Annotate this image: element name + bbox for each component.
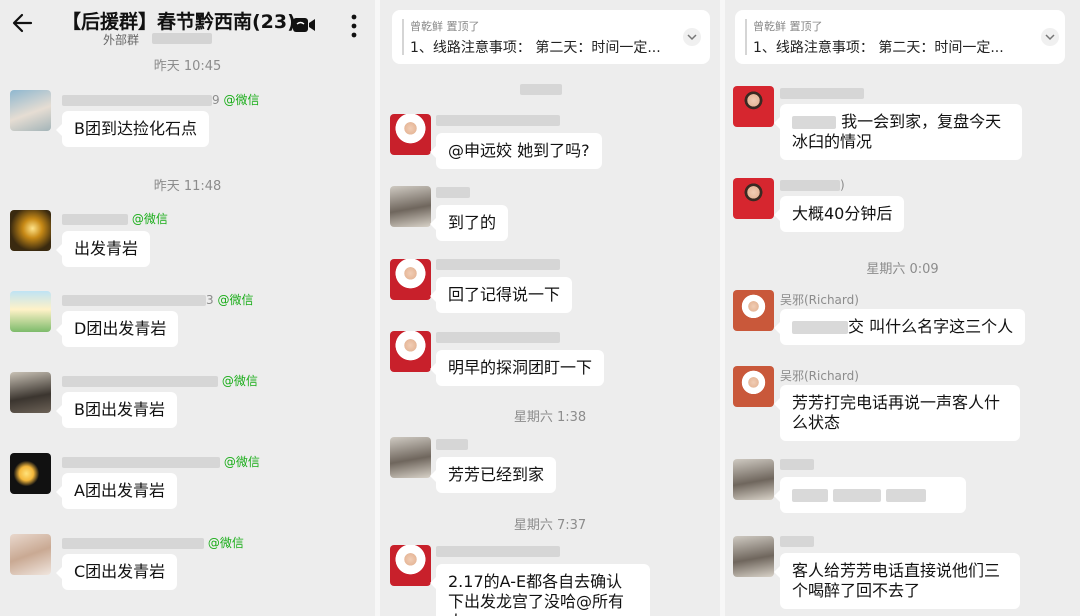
avatar[interactable] — [390, 545, 431, 586]
message-bubble[interactable]: B团到达捡化石点 — [56, 111, 209, 147]
sender-name: 吴邪(Richard) — [780, 293, 859, 307]
avatar[interactable] — [390, 331, 431, 372]
avatar[interactable] — [10, 372, 51, 413]
chat-subtitle: 外部群 — [103, 33, 140, 47]
sender-name: @微信 — [62, 534, 244, 551]
message-bubble[interactable]: 2.17的A-E都各自去确认下出发龙宫了没哈@所有人 — [430, 564, 650, 616]
sender-name — [780, 86, 864, 100]
pin-text: 1、线路注意事项： 第二天：时间一定... — [753, 40, 1004, 56]
chevron-down-icon[interactable] — [683, 28, 701, 46]
pin-title: 曾乾鲜 置顶了 — [410, 20, 480, 33]
chat-panel-group: 【后援群】春节黔西南(23) 外部群 昨天 10:45 9 @微信 B团到达捡化… — [0, 0, 375, 616]
more-options-icon[interactable] — [350, 13, 358, 39]
avatar[interactable] — [733, 366, 774, 407]
sender-name: @微信 — [62, 210, 168, 227]
sender-name — [436, 437, 468, 451]
timestamp: 昨天 11:48 — [153, 179, 222, 194]
timestamp: 昨天 10:45 — [153, 59, 222, 74]
pinned-message[interactable]: 曾乾鲜 置顶了 1、线路注意事项： 第二天：时间一定... — [392, 10, 710, 64]
avatar[interactable] — [390, 259, 431, 300]
timestamp: 星期六 1:38 — [513, 410, 587, 425]
message-bubble[interactable]: 交 叫什么名字这三个人 — [773, 309, 1026, 345]
message-bubble[interactable]: A团出发青岩 — [56, 473, 177, 509]
avatar[interactable] — [390, 186, 431, 227]
avatar[interactable] — [733, 178, 774, 219]
message-bubble[interactable]: @申远姣 她到了吗? — [430, 133, 602, 169]
message-bubble[interactable]: 回了记得说一下 — [429, 277, 573, 313]
sender-name — [436, 257, 560, 271]
sender-name: 9 @微信 — [62, 91, 259, 108]
pin-bar — [402, 19, 404, 55]
timestamp: 星期六 0:09 — [866, 262, 939, 277]
message-bubble[interactable]: 大概40分钟后 — [773, 196, 905, 232]
message-bubble[interactable]: 芳芳已经到家 — [429, 457, 557, 493]
pin-text: 1、线路注意事项： 第二天：时间一定... — [410, 40, 661, 56]
avatar[interactable] — [733, 459, 774, 500]
avatar[interactable] — [733, 290, 774, 331]
avatar[interactable] — [10, 453, 51, 494]
avatar[interactable] — [10, 291, 51, 332]
pin-bar — [745, 19, 747, 55]
message-bubble[interactable]: D团出发青岩 — [55, 311, 179, 347]
sender-name — [780, 534, 814, 548]
chat-title: 【后援群】春节黔西南(23) — [62, 11, 296, 33]
sender-name: @微信 — [62, 453, 260, 470]
message-bubble[interactable]: 到了的 — [429, 205, 509, 241]
chat-panel-middle: 曾乾鲜 置顶了 1、线路注意事项： 第二天：时间一定... @申远姣 她到了吗?… — [380, 0, 720, 616]
message-bubble[interactable]: 明早的探洞团盯一下 — [429, 350, 605, 386]
chat-header: 【后援群】春节黔西南(23) 外部群 — [0, 0, 375, 52]
avatar[interactable] — [733, 536, 774, 577]
pin-title: 曾乾鲜 置顶了 — [753, 20, 823, 33]
avatar[interactable] — [10, 210, 51, 251]
message-bubble[interactable]: B团出发青岩 — [56, 392, 177, 428]
avatar[interactable] — [733, 86, 774, 127]
message-bubble[interactable]: 出发青岩 — [55, 231, 151, 267]
pinned-message[interactable]: 曾乾鲜 置顶了 1、线路注意事项： 第二天：时间一定... — [735, 10, 1065, 64]
sender-name — [436, 544, 560, 558]
message-bubble[interactable]: 芳芳打完电话再说一声客人什么状态 — [774, 385, 1020, 441]
video-call-icon[interactable] — [292, 15, 316, 35]
sender-name — [436, 113, 560, 127]
sender-name — [520, 82, 562, 96]
sender-name: 吴邪(Richard) — [780, 369, 859, 383]
message-bubble[interactable] — [774, 477, 966, 513]
chat-panel-right: 曾乾鲜 置顶了 1、线路注意事项： 第二天：时间一定... 我一会到家，复盘今天… — [725, 0, 1080, 616]
timestamp: 星期六 7:37 — [513, 518, 587, 533]
sender-name: ) — [780, 178, 845, 192]
message-bubble[interactable]: C团出发青岩 — [55, 554, 178, 590]
chevron-down-icon[interactable] — [1041, 28, 1059, 46]
avatar[interactable] — [10, 534, 51, 575]
blurred-text — [152, 33, 212, 44]
avatar[interactable] — [390, 437, 431, 478]
avatar[interactable] — [10, 90, 51, 131]
sender-name: @微信 — [62, 372, 258, 389]
avatar[interactable] — [390, 114, 431, 155]
message-bubble[interactable]: 客人给芳芳电话直接说他们三个喝醉了回不去了 — [774, 553, 1020, 609]
sender-name — [436, 330, 560, 344]
sender-name — [436, 185, 470, 199]
back-arrow-icon[interactable] — [10, 10, 36, 36]
message-bubble[interactable]: 我一会到家，复盘今天冰臼的情况 — [774, 104, 1022, 160]
sender-name — [780, 457, 814, 471]
sender-name: 3 @微信 — [62, 291, 253, 308]
